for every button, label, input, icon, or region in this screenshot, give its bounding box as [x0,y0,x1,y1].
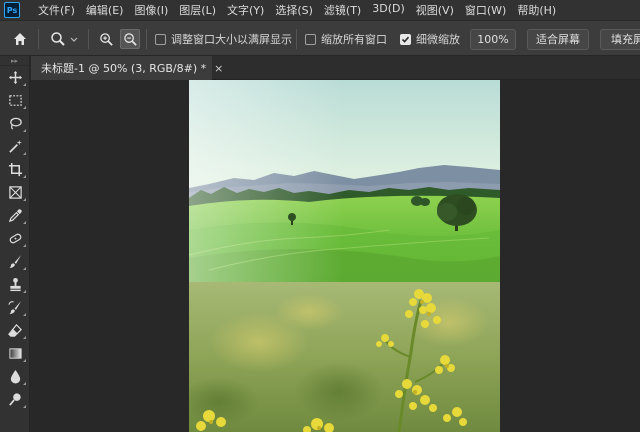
checkmark-icon [401,36,410,43]
menu-filter[interactable]: 滤镜(T) [324,2,361,18]
healing-brush-tool-icon[interactable] [0,227,30,250]
zoom-all-label: 缩放所有窗口 [321,33,387,46]
move-tool-icon[interactable] [0,66,30,89]
close-icon[interactable]: × [214,62,223,75]
options-bar: 调整窗口大小以满屏显示 缩放所有窗口 细微缩放 100% 适合屏幕 填充屏 [0,20,640,56]
menu-edit[interactable]: 编辑(E) [86,2,124,18]
frame-tool-icon[interactable] [0,181,30,204]
eraser-tool-icon[interactable] [0,319,30,342]
clone-stamp-tool-icon[interactable] [0,273,30,296]
resize-windows-label: 调整窗口大小以满屏显示 [171,33,292,46]
menu-file[interactable]: 文件(F) [38,2,75,18]
fit-screen-button[interactable]: 适合屏幕 [527,28,589,50]
document-canvas[interactable] [189,80,500,432]
menu-3d[interactable]: 3D(D) [372,2,405,18]
resize-windows-option[interactable]: 调整窗口大小以满屏显示 [155,21,292,57]
document-tab-title: 未标题-1 @ 50% (3, RGB/8#) * [41,62,207,75]
eyedropper-tool-icon[interactable] [0,204,30,227]
marquee-tool-icon[interactable] [0,89,30,112]
zoom-100-button[interactable]: 100% [470,28,516,50]
menu-layer[interactable]: 图层(L) [179,2,216,18]
canvas-area[interactable] [31,80,640,432]
zoom-all-checkbox[interactable] [305,33,316,45]
tool-preset-chevron-icon[interactable] [70,33,78,46]
menu-select[interactable]: 选择(S) [275,2,313,18]
menu-help[interactable]: 帮助(H) [517,2,556,18]
zoom-in-icon[interactable] [96,29,116,49]
resize-windows-checkbox[interactable] [155,33,166,45]
document-tab-bar: 未标题-1 @ 50% (3, RGB/8#) * × [31,56,640,80]
zoom-out-icon[interactable] [120,29,140,49]
zoom-all-option[interactable]: 缩放所有窗口 [305,21,387,57]
scrubby-zoom-label: 细微缩放 [416,33,460,46]
menu-window[interactable]: 窗口(W) [465,2,506,18]
menu-items: 文件(F) 编辑(E) 图像(I) 图层(L) 文字(Y) 选择(S) 滤镜(T… [38,2,567,18]
scrubby-zoom-checkbox[interactable] [400,33,411,45]
tools-panel: ▸▸ [0,56,30,432]
zoom-tool-icon[interactable] [48,29,68,49]
photoshop-logo[interactable]: Ps [4,2,20,18]
magic-wand-tool-icon[interactable] [0,135,30,158]
fill-screen-button[interactable]: 填充屏 [600,28,640,50]
flower-photo [189,282,500,432]
blur-tool-icon[interactable] [0,365,30,388]
scrubby-zoom-option[interactable]: 细微缩放 [400,21,460,57]
history-brush-tool-icon[interactable] [0,296,30,319]
document-tab[interactable]: 未标题-1 @ 50% (3, RGB/8#) * × [31,56,223,80]
brush-tool-icon[interactable] [0,250,30,273]
home-icon[interactable] [10,29,30,49]
menu-bar: Ps 文件(F) 编辑(E) 图像(I) 图层(L) 文字(Y) 选择(S) 滤… [0,0,640,20]
menu-type[interactable]: 文字(Y) [227,2,264,18]
gradient-tool-icon[interactable] [0,342,30,365]
menu-view[interactable]: 视图(V) [416,2,454,18]
panel-collapse-grip[interactable]: ▸▸ [0,56,29,66]
menu-image[interactable]: 图像(I) [134,2,168,18]
landscape-photo [189,80,500,282]
lasso-tool-icon[interactable] [0,112,30,135]
dodge-tool-icon[interactable] [0,388,30,411]
crop-tool-icon[interactable] [0,158,30,181]
